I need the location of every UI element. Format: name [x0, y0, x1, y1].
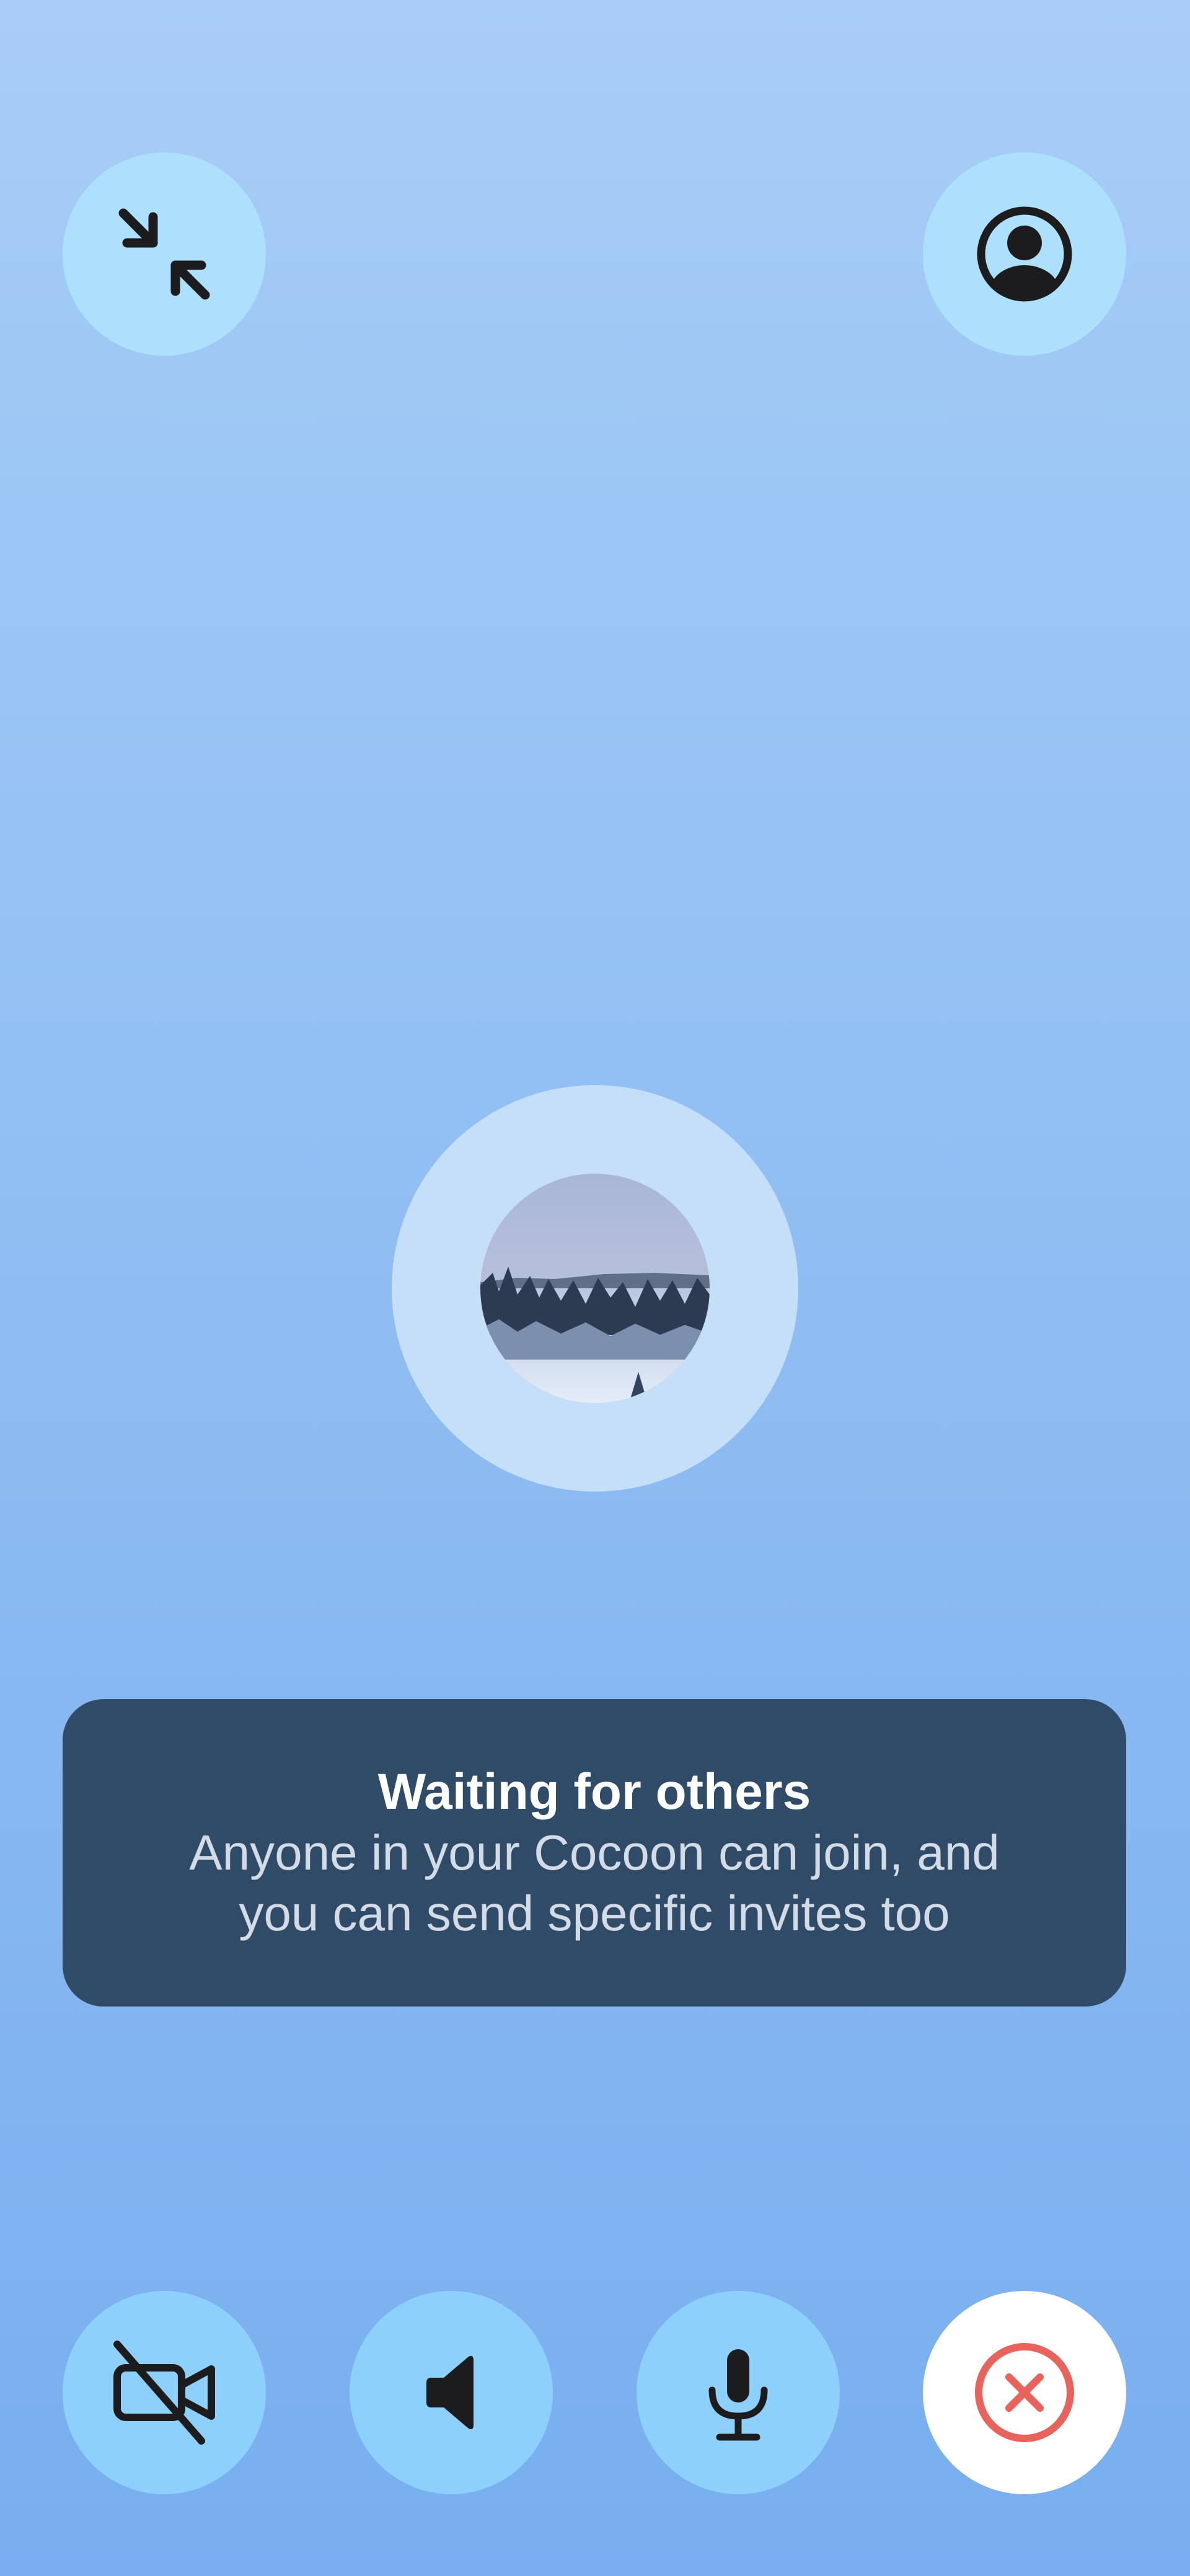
end-call-button[interactable] [923, 2291, 1126, 2494]
profile-button[interactable] [923, 152, 1126, 356]
collapse-button[interactable] [63, 152, 266, 356]
speaker-button[interactable] [350, 2291, 553, 2494]
close-circle-icon [975, 2343, 1074, 2442]
microphone-icon [708, 2349, 768, 2441]
speaker-icon [426, 2355, 474, 2430]
microphone-button[interactable] [637, 2291, 840, 2494]
status-title: Waiting for others [377, 1764, 811, 1820]
avatar-photo [480, 1174, 710, 1403]
status-message: Anyone in your Cocoon can join, and you … [189, 1825, 1000, 1941]
caller-avatar [392, 1085, 798, 1492]
video-off-icon [113, 2341, 215, 2445]
camera-toggle-button[interactable] [63, 2291, 266, 2494]
user-circle-icon [977, 206, 1072, 302]
status-banner: Waiting for others Anyone in your Cocoon… [63, 1699, 1126, 2007]
collapse-arrows-icon [118, 208, 210, 300]
